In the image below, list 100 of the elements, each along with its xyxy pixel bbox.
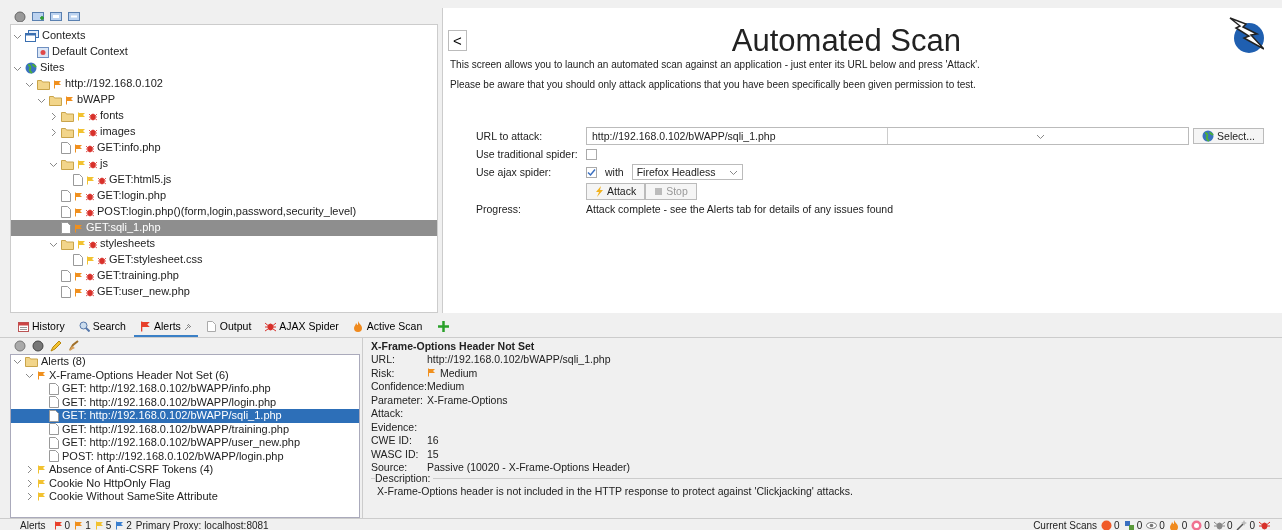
alert-count: 2 — [126, 519, 132, 530]
tree-item-label: GET:training.php — [97, 269, 179, 283]
file-icon — [73, 174, 83, 186]
add-window-icon[interactable] — [32, 10, 44, 22]
file-icon — [61, 286, 71, 298]
tree-item[interactable]: POST: http://192.168.0.102/bWAPP/login.php — [11, 449, 359, 463]
tree-item[interactable]: http://192.168.0.102 — [11, 76, 437, 92]
detail-label: Confidence: — [371, 380, 427, 393]
tree-item[interactable]: GET:html5.js — [11, 172, 437, 188]
scan-count: 0 — [1226, 519, 1233, 530]
scans-label: Current Scans — [1033, 519, 1098, 530]
circle-icon[interactable] — [32, 340, 44, 352]
tree-item[interactable]: GET: http://192.168.0.102/bWAPP/user_new.php — [11, 436, 359, 450]
detail-label: Parameter: — [371, 393, 424, 407]
tree-item[interactable]: GET:stylesheet.css — [11, 252, 437, 268]
tree-item-label: fonts — [100, 109, 124, 123]
tree-item-label: Sites — [40, 61, 65, 75]
proxy-text: Primary Proxy: localhost:8081 — [135, 519, 269, 530]
checkbox[interactable] — [586, 149, 597, 160]
file-icon — [61, 270, 71, 282]
tree-item[interactable]: GET:info.php — [11, 140, 437, 156]
browser-dropdown[interactable]: Firefox Headless — [631, 163, 744, 181]
tab[interactable]: Output — [199, 318, 258, 337]
file-icon — [61, 222, 71, 234]
tree-item[interactable]: images — [11, 124, 437, 140]
tree-item-label: GET:html5.js — [109, 173, 172, 187]
tree-item-label: images — [100, 125, 136, 139]
flag-icon — [139, 321, 151, 333]
tree-item-label: Contexts — [42, 29, 86, 43]
broom-icon[interactable] — [68, 340, 80, 352]
add-icon[interactable] — [438, 321, 450, 332]
tree-item[interactable]: GET:training.php — [11, 268, 437, 284]
tree-item-label: http://192.168.0.102 — [65, 77, 163, 91]
detail-value: Passive (10020 - X-Frame-Options Header) — [427, 461, 631, 474]
tree-item-label: Default Context — [52, 45, 128, 59]
tree-item[interactable]: POST:login.php()(form,login,password,security_level) — [11, 204, 437, 220]
tree-item-label: Cookie Without SameSite Attribute — [49, 490, 218, 504]
file-icon — [73, 254, 83, 266]
tree-item[interactable]: GET: http://192.168.0.102/bWAPP/info.php — [11, 382, 359, 396]
bug-icon — [1213, 520, 1225, 530]
tree-item-label: POST:login.php()(form,login,password,security_level) — [97, 205, 357, 219]
tree-item[interactable]: GET:user_new.php — [11, 284, 437, 300]
scan-count: 0 — [1249, 519, 1255, 530]
pencil-icon[interactable] — [50, 340, 62, 352]
bug-icon — [265, 321, 277, 333]
alert-count: 0 — [64, 519, 71, 530]
tree-item[interactable]: X-Frame-Options Header Not Set (6) — [11, 368, 359, 382]
panel-title: Automated Scan — [730, 22, 962, 60]
back-button[interactable]: < — [448, 30, 467, 51]
detail-value: 16 — [427, 434, 439, 447]
tree-item-label: GET: http://192.168.0.102/bWAPP/user_new.php — [62, 436, 301, 450]
tree-item-label: GET:sqli_1.php — [86, 221, 161, 235]
tree-item[interactable]: js — [11, 156, 437, 172]
pin-icon — [183, 322, 192, 331]
tree-item-label: GET: http://192.168.0.102/bWAPP/sqli_1.php — [62, 409, 282, 423]
tree-item[interactable]: fonts — [11, 108, 437, 124]
url-field[interactable]: http://192.168.0.102/bWAPP/sqli_1.php — [586, 127, 1190, 146]
tree-item[interactable]: Default Context — [11, 44, 437, 60]
tree-item[interactable]: bWAPP — [11, 92, 437, 108]
folder-icon — [61, 126, 74, 138]
tree-item[interactable]: Absence of Anti-CSRF Tokens (4) — [11, 463, 359, 477]
file-icon — [205, 321, 217, 333]
tree-item[interactable]: stylesheets — [11, 236, 437, 252]
detail-label: Attack: — [371, 407, 405, 420]
tab[interactable]: Search — [72, 318, 132, 337]
scan-count: 0 — [1114, 519, 1120, 530]
scan-count: 0 — [1181, 519, 1188, 530]
file-icon — [49, 382, 59, 395]
field-label: Progress: — [476, 202, 522, 216]
detail-label: Source: — [371, 461, 409, 474]
attack-button[interactable]: Attack — [586, 183, 646, 200]
tree-item-label: GET: http://192.168.0.102/bWAPP/info.php — [62, 382, 271, 396]
tree-item-label: GET:info.php — [97, 141, 161, 155]
tab[interactable]: Active Scan — [346, 318, 429, 337]
tree-item[interactable]: Alerts (8) — [11, 355, 359, 369]
tree-item[interactable]: Cookie No HttpOnly Flag — [11, 476, 359, 490]
tree-item[interactable]: Cookie Without SameSite Attribute — [11, 490, 359, 504]
detail-value: http://192.168.0.102/bWAPP/sqli_1.php — [427, 353, 611, 366]
tree-item[interactable]: GET: http://192.168.0.102/bWAPP/login.php — [11, 395, 359, 409]
file-icon — [61, 190, 71, 202]
intro-text: Please be aware that you should only attack applications that you have been specifically been given permission to test. — [450, 79, 977, 92]
tab[interactable]: Alerts — [133, 318, 198, 337]
tree-item[interactable]: Contexts — [11, 28, 437, 44]
circle-icon[interactable] — [14, 340, 26, 352]
window-icon[interactable] — [68, 10, 80, 22]
tree-item[interactable]: GET: http://192.168.0.102/bWAPP/training.php — [11, 422, 359, 436]
select-button[interactable]: Select... — [1193, 127, 1264, 145]
progress-text: Attack complete - see the Alerts tab for details of any issues found — [586, 202, 893, 216]
file-icon — [61, 142, 71, 154]
tree-item-label: Cookie No HttpOnly Flag — [49, 476, 171, 490]
tree-item[interactable]: GET: http://192.168.0.102/bWAPP/sqli_1.php — [11, 409, 359, 423]
windows-icon — [25, 30, 39, 42]
checkbox[interactable] — [586, 166, 597, 178]
tree-item[interactable]: GET:login.php — [11, 188, 437, 204]
record-icon — [1101, 520, 1113, 530]
intro-text: This screen allows you to launch an automated scan against an application - just enter its URL below and press 'Attack'. — [450, 59, 981, 72]
tree-item[interactable]: Sites — [11, 60, 437, 76]
window-icon[interactable] — [50, 10, 62, 22]
tab[interactable]: History — [12, 318, 71, 337]
tab[interactable]: AJAX Spider — [259, 318, 345, 337]
